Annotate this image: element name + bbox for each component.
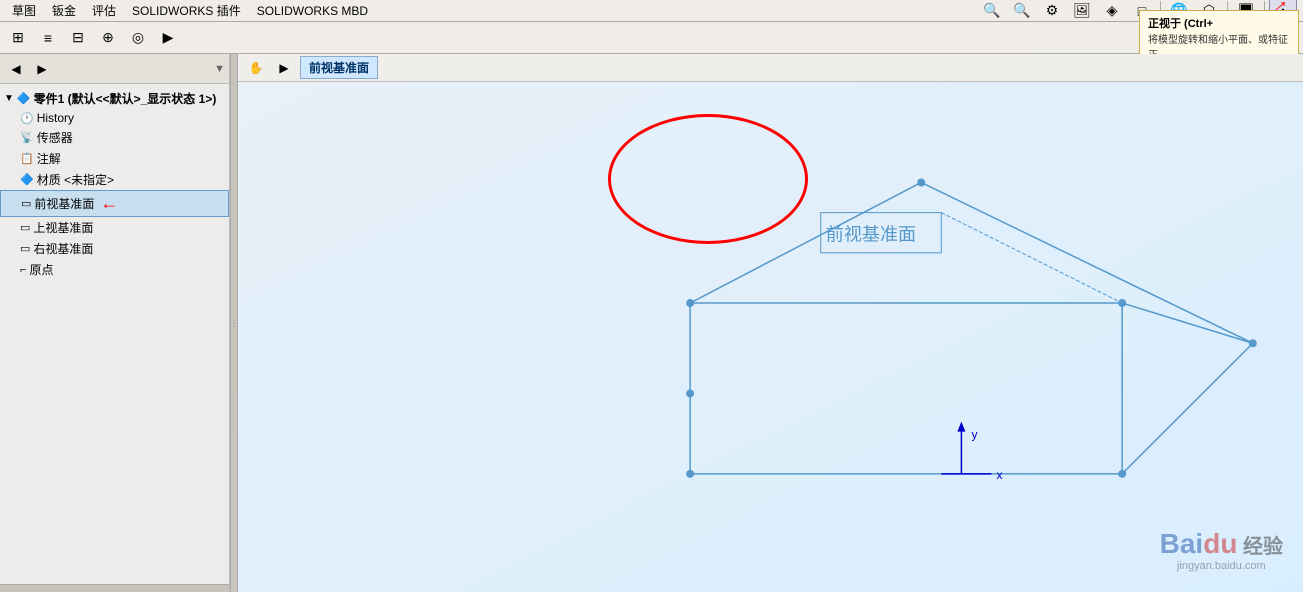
menu-sketch[interactable]: 草图 [4,0,44,21]
sidebar-item-top-plane[interactable]: ▭ 上视基准面 [0,217,229,238]
history-icon: 🕐 [20,112,34,125]
sidebar-item-material[interactable]: 🔷 材质 <未指定> [0,169,229,190]
sidebar-item-origin[interactable]: ⌐ 原点 [0,259,229,280]
sidebar-item-right-plane[interactable]: ▭ 右视基准面 [0,238,229,259]
red-arrow-icon: ← [100,193,118,214]
watermark-url: jingyan.baidu.com [1160,560,1283,572]
canvas-svg: y x 前视基准面 [238,82,1303,592]
top-plane-label: 上视基准面 [33,219,93,236]
history-label: History [37,111,74,125]
sidebar-item-front-plane[interactable]: ▭ 前视基准面 ← [0,190,229,217]
menu-sheetmetal[interactable]: 钣金 [44,0,84,21]
toolbar-list[interactable]: ≡ [34,25,62,51]
svg-text:前视基准面: 前视基准面 [826,225,916,245]
toolbar-circle[interactable]: ◎ [124,25,152,51]
canvas-nav-btn[interactable]: ▶ [272,57,296,79]
material-label: 材质 <未指定> [37,171,114,188]
sidebar-btn-2[interactable]: ▶ [30,58,54,80]
sensor-icon: 📡 [20,131,34,144]
watermark: Baidu 经验 jingyan.baidu.com [1160,528,1283,572]
view3d-btn[interactable]: 🖼 [1068,0,1096,24]
search2-btn[interactable]: 🔍 [1008,0,1036,24]
main-toolbar: ⊞ ≡ ⊟ ⊕ ◎ ▶ 正视于 (Ctrl+ 将模型旋转和缩小平面、或特征正..… [0,22,1303,54]
menu-evaluate[interactable]: 评估 [84,0,124,21]
front-plane-label: 前视基准面 [34,195,94,212]
svg-text:x: x [997,468,1003,482]
main-layout: ◀ ▶ ▼ ▼ 🔷 零件1 (默认<<默认>_显示状态 1>) 🕐 Histor… [0,54,1303,592]
menu-bar: 草图 钣金 评估 SOLIDWORKS 插件 SOLIDWORKS MBD 🔍 … [0,0,1303,22]
canvas-area[interactable]: ✋ ▶ 前视基准面 [238,54,1303,592]
watermark-brand: Baidu 经验 [1160,528,1283,560]
toolbar-grid[interactable]: ⊞ [4,25,32,51]
tree-area: ▼ 🔷 零件1 (默认<<默认>_显示状态 1>) 🕐 History 📡 传感… [0,84,229,584]
sidebar-resize-handle[interactable] [0,584,229,592]
front-plane-icon: ▭ [21,197,31,210]
vertical-resize-handle[interactable]: ⋮ [230,54,238,592]
canvas-hand-btn[interactable]: ✋ [244,57,268,79]
render-btn[interactable]: ◈ [1098,0,1126,24]
toolbar-more[interactable]: ▶ [154,25,182,51]
origin-icon: ⌐ [20,264,26,276]
material-icon: 🔷 [20,173,34,186]
toolbar-cross[interactable]: ⊕ [94,25,122,51]
info-title: 正视于 (Ctrl+ [1148,15,1290,31]
sidebar-item-annotation[interactable]: 📋 注解 [0,148,229,169]
origin-label: 原点 [29,261,53,278]
toolbar-split[interactable]: ⊟ [64,25,92,51]
menu-sw-mbd[interactable]: SOLIDWORKS MBD [249,2,376,20]
sidebar-toolbar: ◀ ▶ ▼ [0,54,229,84]
menu-sw-plugin[interactable]: SOLIDWORKS 插件 [124,0,249,21]
tree-root[interactable]: ▼ 🔷 零件1 (默认<<默认>_显示状态 1>) [0,88,229,109]
sidebar-item-history[interactable]: 🕐 History [0,109,229,127]
sidebar: ◀ ▶ ▼ ▼ 🔷 零件1 (默认<<默认>_显示状态 1>) 🕐 Histor… [0,54,230,592]
right-plane-label: 右视基准面 [33,240,93,257]
annotation-label: 注解 [37,150,61,167]
canvas-toolbar: ✋ ▶ 前视基准面 [238,54,1303,82]
svg-text:y: y [971,428,977,442]
settings-btn[interactable]: ⚙ [1038,0,1066,24]
top-plane-icon: ▭ [20,221,30,234]
sidebar-btn-1[interactable]: ◀ [4,58,28,80]
sensor-label: 传感器 [37,129,73,146]
search-btn[interactable]: 🔍 [978,0,1006,24]
filter-icon: ▼ [214,63,225,75]
expand-icon: ▼ [4,93,14,104]
annotation-icon: 📋 [20,152,34,165]
root-label: 零件1 (默认<<默认>_显示状态 1>) [34,90,217,107]
right-plane-icon: ▭ [20,242,30,255]
sidebar-item-sensor[interactable]: 📡 传感器 [0,127,229,148]
view-label: 前视基准面 [300,56,378,79]
part-icon: 🔷 [17,92,31,105]
